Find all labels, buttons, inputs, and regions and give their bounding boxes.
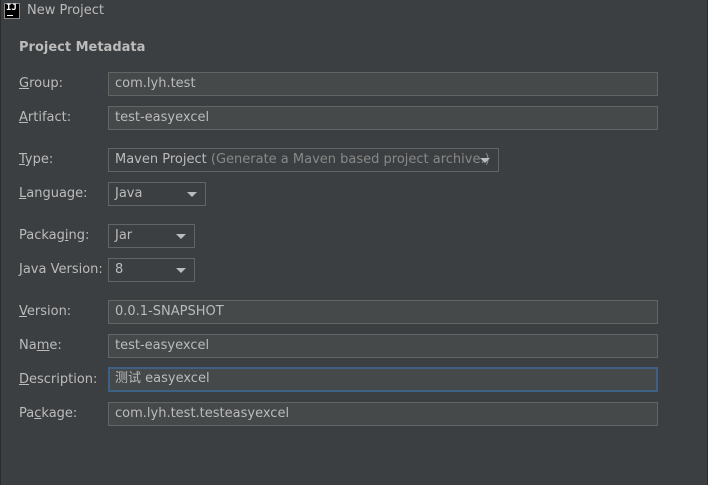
- group-field[interactable]: com.lyh.test: [108, 72, 658, 96]
- title-bar: IJ New Project: [1, 0, 707, 22]
- description-field[interactable]: 测试 easyexcel: [108, 367, 658, 392]
- intellij-app-icon: IJ: [4, 3, 20, 19]
- section-title: Project Metadata: [19, 40, 146, 55]
- packaging-dropdown[interactable]: Jar: [108, 224, 195, 248]
- chevron-down-icon: [176, 234, 186, 239]
- language-dropdown[interactable]: Java: [108, 182, 206, 206]
- type-dropdown[interactable]: Maven Project (Generate a Maven based pr…: [108, 148, 499, 172]
- description-label: Description:: [19, 372, 98, 387]
- package-label: Package:: [19, 406, 78, 421]
- chevron-down-icon: [480, 158, 490, 163]
- window-title: New Project: [27, 3, 104, 18]
- type-selected-value: Maven Project: [115, 152, 207, 167]
- packaging-label: Packaging:: [19, 228, 90, 243]
- language-label: Language:: [19, 186, 88, 201]
- version-label: Version:: [19, 304, 72, 319]
- java-version-selected-value: 8: [115, 262, 124, 277]
- java-version-label: Java Version:: [19, 262, 103, 277]
- version-field[interactable]: 0.0.1-SNAPSHOT: [108, 300, 658, 324]
- artifact-label: Artifact:: [19, 110, 72, 125]
- name-label: Name:: [19, 338, 62, 353]
- name-field[interactable]: test-easyexcel: [108, 334, 658, 358]
- language-selected-value: Java: [115, 186, 143, 201]
- java-version-dropdown[interactable]: 8: [108, 258, 195, 282]
- artifact-field[interactable]: test-easyexcel: [108, 106, 658, 130]
- chevron-down-icon: [187, 192, 197, 197]
- type-hint: (Generate a Maven based project archive.…: [210, 152, 490, 167]
- package-field[interactable]: com.lyh.test.testeasyexcel: [108, 402, 658, 426]
- type-label: Type:: [19, 152, 54, 167]
- chevron-down-icon: [176, 268, 186, 273]
- packaging-selected-value: Jar: [115, 228, 133, 243]
- new-project-dialog: IJ New Project Project Metadata Group: c…: [0, 0, 708, 485]
- group-label: Group:: [19, 76, 63, 91]
